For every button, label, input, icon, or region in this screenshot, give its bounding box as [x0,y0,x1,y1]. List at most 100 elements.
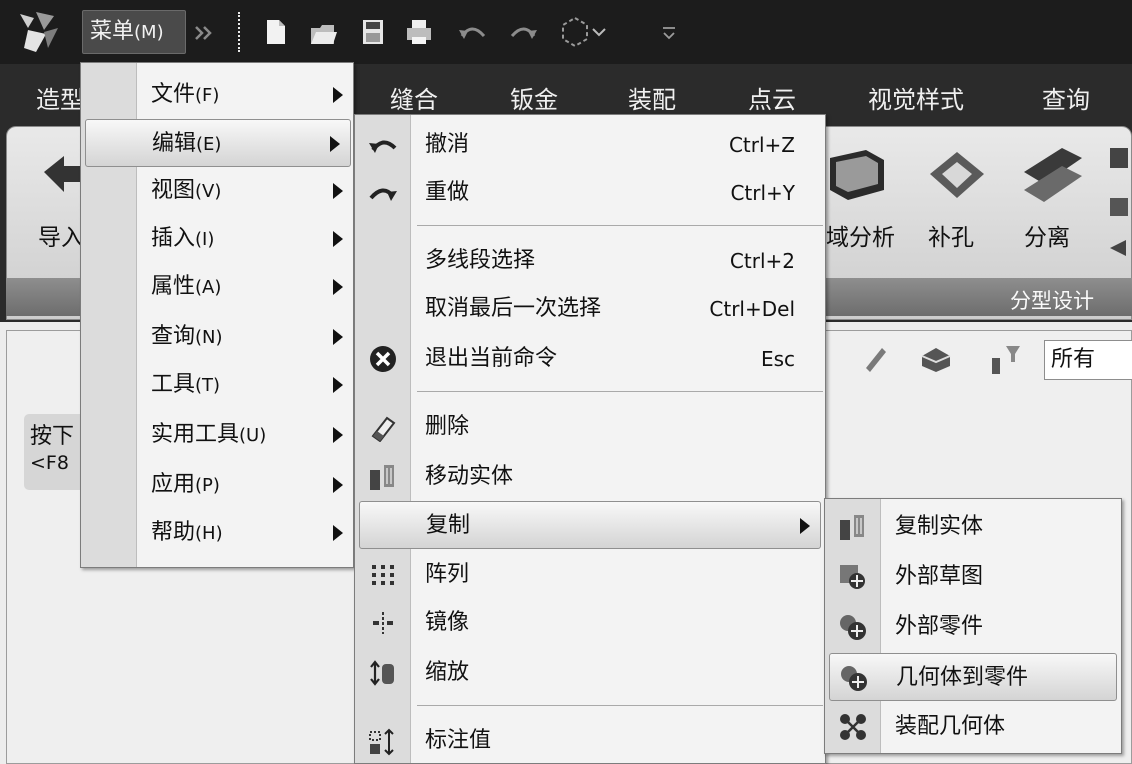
select-shape-icon[interactable] [558,14,592,50]
cancel-icon [370,346,396,372]
eraser-icon [371,416,396,442]
menu-item-label: 文件(F) [151,82,220,107]
menu-item-move-solid[interactable]: 移动实体 [355,453,825,501]
menu-item-copy[interactable]: 复制 [359,501,821,549]
shortcut-label: Ctrl+2 [729,249,795,273]
menu-item-file[interactable]: 文件(F) [81,71,353,119]
menu-item-label: 退出当前命令 [425,346,558,371]
tab-assembly[interactable]: 装配 [628,80,676,115]
save-icon[interactable] [356,14,390,50]
menu-item-label: 属性(A) [151,274,222,299]
ribbon-group-title: 分型设计 [1010,289,1094,313]
filter-icon[interactable] [988,342,1024,376]
menu-item-label: 编辑(E) [152,131,222,156]
menu-item-external-sketch[interactable]: 外部草图 [825,553,1121,601]
menu-item-pattern[interactable]: 阵列 [355,551,825,599]
dimension-value-icon [369,728,394,756]
menu-item-multi-segment-select[interactable]: 多线段选择 Ctrl+2 [355,237,825,285]
menu-item-apps[interactable]: 应用(P) [81,461,353,509]
menu-item-exit-command[interactable]: 退出当前命令 Esc [355,335,825,383]
menu-item-label: 应用(P) [151,472,220,497]
submenu-arrow-icon [333,183,343,199]
menu-button[interactable]: 菜单(M) [82,10,186,54]
menu-item-dimension-value[interactable]: 标注值 [355,717,825,764]
menu-item-scale[interactable]: 缩放 [355,649,825,697]
tab-sheet-metal[interactable]: 钣金 [510,80,558,115]
menu-item-label: 外部草图 [895,564,984,589]
ribbon-label-domain-analysis[interactable]: 域分析 [826,218,895,252]
menu-item-undo[interactable]: 撤消 Ctrl+Z [355,121,825,169]
tab-query[interactable]: 查询 [1042,80,1090,115]
menu-item-insert[interactable]: 插入(I) [81,215,353,263]
menu-item-assembly-geometry[interactable]: 装配几何体 [825,703,1121,751]
pick-icon[interactable] [860,342,890,374]
redo-icon[interactable] [506,14,540,50]
menu-separator [417,391,823,392]
menu-item-label: 工具(T) [151,372,221,397]
external-sketch-icon [840,565,865,589]
separate-icon[interactable] [1018,142,1088,206]
ribbon-label-import[interactable]: 导入 [38,218,84,252]
submenu-arrow-icon [333,427,343,443]
undo-icon [369,140,397,153]
pattern-icon [372,565,394,585]
menu-item-mirror[interactable]: 镜像 [355,599,825,647]
domain-analysis-icon[interactable] [826,146,888,206]
new-file-icon[interactable] [258,14,292,50]
submenu-arrow-icon [333,477,343,493]
menu-item-edit[interactable]: 编辑(E) [85,119,351,167]
ribbon-label-separate[interactable]: 分离 [1024,218,1070,252]
menu-item-tools[interactable]: 工具(T) [81,361,353,409]
tab-stitch[interactable]: 缝合 [390,80,438,115]
menu-item-label: 重做 [425,180,470,205]
menu-item-attributes[interactable]: 属性(A) [81,263,353,311]
print-icon[interactable] [402,14,436,50]
menu-item-geometry-to-part[interactable]: 几何体到零件 [829,653,1117,701]
shortcut-label: Ctrl+Y [730,181,795,205]
menu-item-label: 镜像 [425,610,470,635]
ribbon-label-fill-hole[interactable]: 补孔 [928,218,974,252]
menu-item-cancel-last-selection[interactable]: 取消最后一次选择 Ctrl+Del [355,285,825,333]
menu-separator [417,225,823,226]
tab-visual-style[interactable]: 视觉样式 [868,80,964,115]
menu-item-redo[interactable]: 重做 Ctrl+Y [355,169,825,217]
copy-solid-icon [840,515,864,540]
fill-hole-icon[interactable] [926,148,988,206]
customize-toolbar-icon[interactable] [658,14,680,50]
menu-item-label: 复制实体 [895,514,984,539]
tab-point-cloud[interactable]: 点云 [748,80,796,115]
menu-item-help[interactable]: 帮助(H) [81,509,353,557]
menu-item-copy-solid[interactable]: 复制实体 [825,503,1121,551]
scale-icon [370,660,394,686]
overflow-chevrons-icon[interactable] [192,20,220,46]
geometry-to-part-icon [841,666,867,691]
menu-item-label: 插入(I) [151,226,215,251]
menu-button-accel: (M) [134,22,164,43]
small-tools-icon[interactable] [1104,144,1132,264]
copy-submenu: 复制实体 外部草图 外部零件 几何体到零件 装配几何体 [824,498,1122,754]
menu-item-delete[interactable]: 删除 [355,403,825,451]
menu-item-label: 实用工具(U) [151,422,267,447]
app-window: 菜单(M) 造型 缝合 钣金 装配 点云 视觉样式 查询 分型设计 导入 域分析… [0,0,1132,764]
menu-item-label: 缩放 [425,660,470,685]
menu-item-query[interactable]: 查询(N) [81,313,353,361]
undo-icon[interactable] [456,14,490,50]
open-file-icon[interactable] [306,14,340,50]
title-bar: 菜单(M) [0,0,1132,64]
filter-select[interactable]: 所有 [1044,340,1132,380]
chevron-down-icon[interactable] [590,14,608,50]
app-logo-icon[interactable] [14,8,62,56]
menu-item-label: 移动实体 [425,464,514,489]
menu-item-label: 阵列 [425,562,470,587]
menu-item-label: 撤消 [425,132,470,157]
solid-filter-icon[interactable] [918,342,954,374]
menu-item-label: 外部零件 [895,614,984,639]
main-menu: 文件(F) 编辑(E) 视图(V) 插入(I) 属性(A) 查询(N) 工具(T… [80,62,354,568]
menu-item-utilities[interactable]: 实用工具(U) [81,411,353,459]
tab-modeling[interactable]: 造型 [36,80,84,115]
menu-item-label: 多线段选择 [425,248,536,273]
menu-item-view[interactable]: 视图(V) [81,167,353,215]
menu-item-label: 删除 [425,414,470,439]
menu-item-external-part[interactable]: 外部零件 [825,603,1121,651]
hint-text: 按下 [30,424,75,449]
